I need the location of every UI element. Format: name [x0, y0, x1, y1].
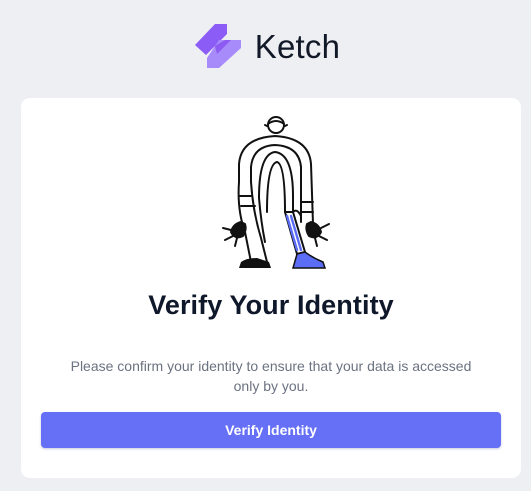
page-title: Verify Your Identity [148, 290, 394, 320]
person-illustration-icon [222, 116, 330, 269]
ketch-logo-icon [194, 24, 241, 68]
header: Ketch [0, 0, 531, 92]
verify-identity-button[interactable]: Verify Identity [41, 412, 501, 448]
brand-name: Ketch [254, 27, 341, 65]
description-text: Please confirm your identity to ensure t… [70, 358, 472, 394]
verify-card: Verify Your Identity Please confirm your… [21, 98, 521, 478]
brand: Ketch [194, 24, 341, 68]
